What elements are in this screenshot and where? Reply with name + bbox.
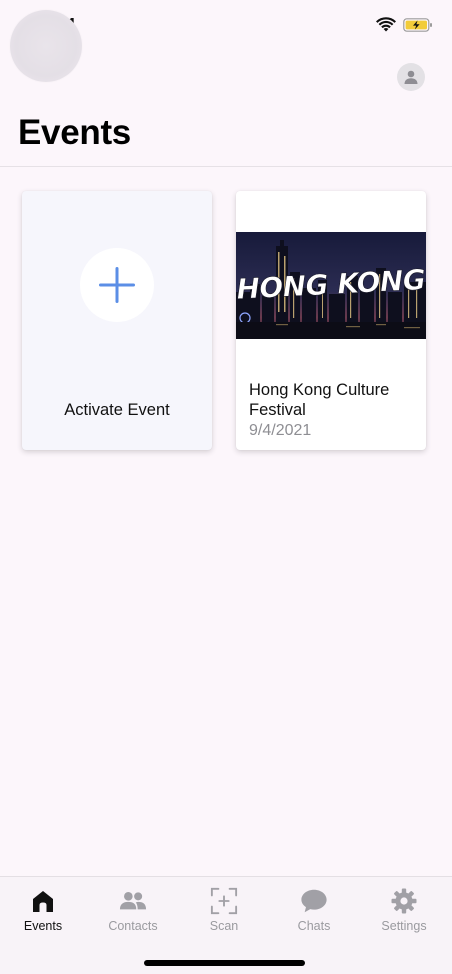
contacts-icon <box>119 892 147 910</box>
battery-charging-icon <box>403 18 432 32</box>
page-title: Events <box>18 113 131 152</box>
event-name: Hong Kong Culture Festival <box>249 381 390 419</box>
event-card[interactable]: HONG KONG Hong Kong Culture Festival 9/4… <box>236 191 426 450</box>
activate-event-card[interactable]: Activate Event <box>22 191 212 450</box>
chat-icon <box>301 889 327 913</box>
gear-icon <box>391 888 417 914</box>
tab-contacts[interactable]: Contacts <box>88 877 178 947</box>
home-indicator <box>144 960 305 966</box>
floating-overlay-circle[interactable] <box>10 10 82 82</box>
add-event-button[interactable] <box>80 248 154 322</box>
scan-icon <box>210 887 238 915</box>
tab-events[interactable]: Events <box>0 877 88 947</box>
tab-label: Events <box>23 919 63 933</box>
activate-event-label: Activate Event <box>64 401 170 419</box>
home-icon <box>33 891 53 912</box>
wifi-icon <box>376 17 396 32</box>
tab-scan[interactable]: Scan <box>179 877 269 947</box>
divider <box>0 166 452 167</box>
tab-label: Scan <box>209 919 239 933</box>
tab-label: Chats <box>297 919 331 933</box>
tab-label: Contacts <box>108 919 158 933</box>
user-icon <box>404 70 418 84</box>
profile-button[interactable] <box>397 63 425 91</box>
event-date: 9/4/2021 <box>249 422 312 439</box>
event-cover-image: HONG KONG <box>236 232 426 339</box>
tab-label: Settings <box>381 919 427 933</box>
plus-icon <box>99 267 135 303</box>
tab-settings[interactable]: Settings <box>359 877 449 947</box>
tab-chats[interactable]: Chats <box>269 877 359 947</box>
